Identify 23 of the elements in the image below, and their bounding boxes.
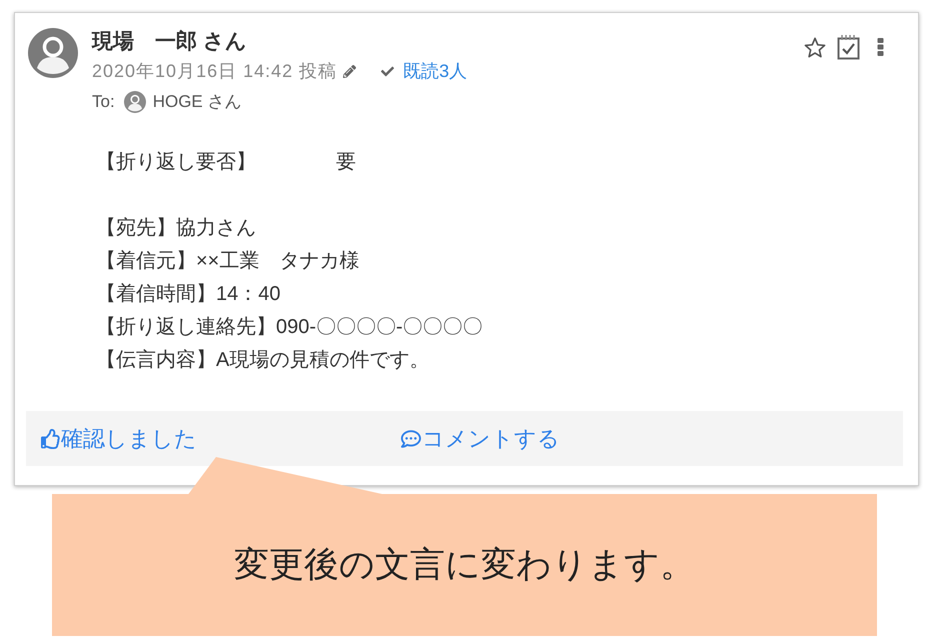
thumbs-up-icon xyxy=(41,428,61,448)
read-status-link[interactable]: 既読3人 xyxy=(403,58,468,84)
posted-date: 2020年10月16日 14:42 投稿 xyxy=(92,60,338,82)
message-line: 【伝言内容】A現場の見積の件です。 xyxy=(96,348,430,373)
message-line: 【折り返し連絡先】090-〇〇〇〇-〇〇〇〇 xyxy=(96,315,483,340)
callout-text: 変更後の文言に変わります。 xyxy=(234,544,695,586)
avatar-icon xyxy=(28,28,78,78)
message-line: 【折り返し要否】 要 xyxy=(96,150,356,175)
message-line: 【宛先】協力さん xyxy=(96,216,256,241)
author-name: 現場 一郎 さん xyxy=(92,28,247,55)
comment-button[interactable]: コメントする xyxy=(400,422,560,455)
notepad-check-icon[interactable] xyxy=(837,34,860,60)
star-icon[interactable] xyxy=(804,36,826,58)
message-line: 【着信元】××工業 タナカ様 xyxy=(96,249,360,274)
recipient-name: HOGE さん xyxy=(152,91,242,114)
speech-bubble-icon xyxy=(400,428,422,448)
recipient-avatar-icon xyxy=(124,91,146,113)
to-label: To: xyxy=(92,91,115,114)
check-icon xyxy=(381,64,394,78)
message-line: 【着信時間】14：40 xyxy=(96,282,280,307)
more-icon[interactable] xyxy=(877,38,884,56)
acknowledge-button[interactable]: 確認しました xyxy=(41,422,197,455)
pencil-icon[interactable] xyxy=(343,64,356,78)
